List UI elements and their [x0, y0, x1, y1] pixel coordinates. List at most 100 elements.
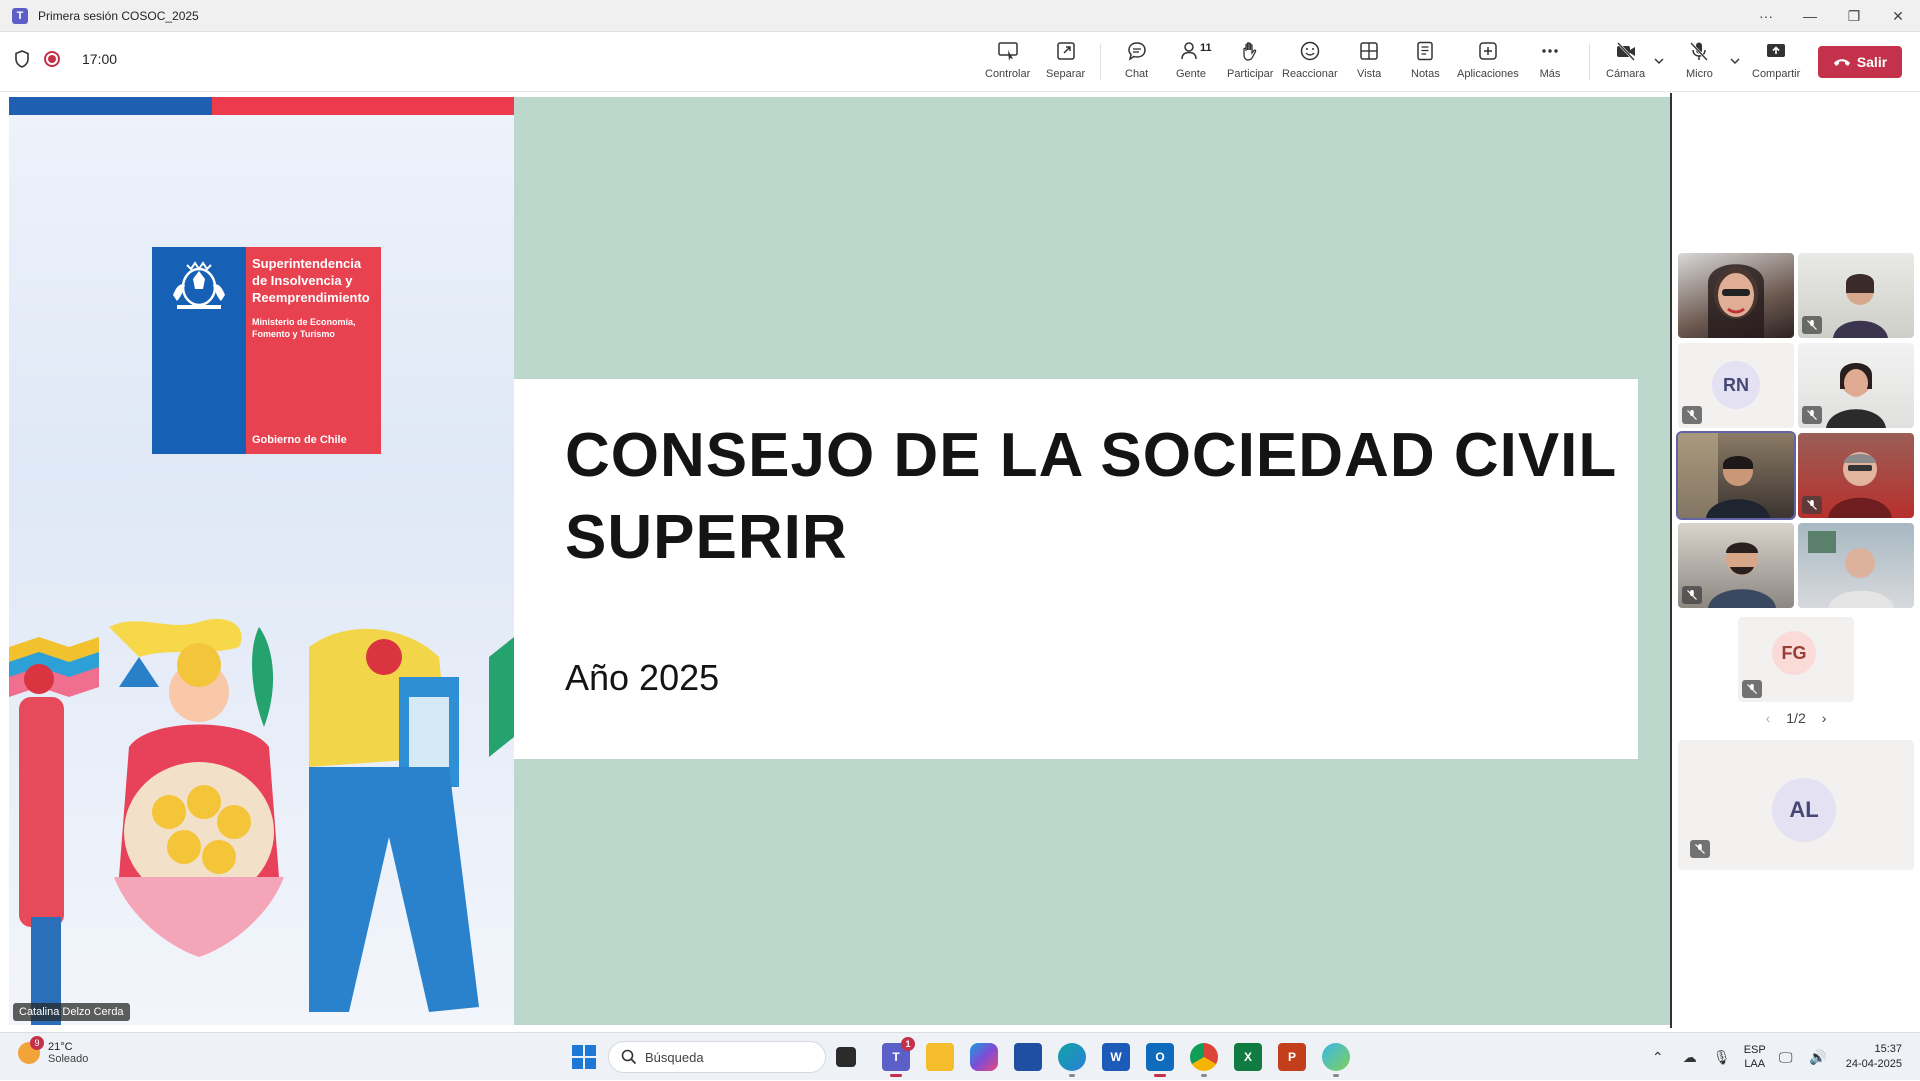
more-options-icon[interactable]: ···	[1744, 0, 1788, 32]
start-button[interactable]	[572, 1045, 596, 1069]
powerpoint-icon[interactable]: P	[1278, 1043, 1306, 1071]
participant-video-tile[interactable]	[1798, 343, 1914, 428]
separar-button[interactable]: Separar	[1046, 40, 1085, 88]
chevron-up-icon[interactable]: ⌃	[1646, 1045, 1670, 1069]
word-icon[interactable]: W	[1102, 1043, 1130, 1071]
chrome-icon[interactable]	[1190, 1043, 1218, 1077]
participant-avatar-tile[interactable]: RN	[1678, 343, 1794, 428]
superir-logo: Superintendencia de Insolvencia y Reempr…	[152, 247, 381, 454]
excel-icon[interactable]: X	[1234, 1043, 1262, 1071]
chat-icon	[1127, 42, 1146, 61]
camera-options-chevron-icon[interactable]	[1652, 54, 1666, 68]
vista-label: Vista	[1357, 68, 1382, 80]
weather-widget[interactable]: 9 21°C Soleado	[18, 1036, 89, 1065]
gente-button[interactable]: 11 Gente	[1176, 40, 1212, 88]
store-icon[interactable]	[1014, 1043, 1042, 1071]
muted-indicator	[1802, 496, 1822, 514]
task-view-icon[interactable]	[836, 1047, 856, 1067]
raise-hand-icon	[1243, 42, 1257, 61]
participant-video-tile[interactable]	[1798, 253, 1914, 338]
notas-button[interactable]: Notas	[1411, 40, 1440, 88]
share-screen-icon	[1767, 44, 1786, 57]
separar-label: Separar	[1046, 68, 1086, 80]
mic-off-icon[interactable]: 🎙	[1710, 1045, 1734, 1069]
gente-label: Gente	[1176, 68, 1206, 80]
chevron-left-icon[interactable]: ‹	[1766, 710, 1771, 726]
participar-label: Participar	[1227, 68, 1274, 80]
participant-video-tile[interactable]	[1678, 253, 1794, 338]
participant-avatar-tile[interactable]: FG	[1738, 617, 1854, 702]
volume-icon[interactable]: 🔊	[1806, 1045, 1830, 1069]
toolbar-divider	[1589, 44, 1590, 80]
toolbar-divider	[1100, 44, 1101, 80]
chevron-right-icon[interactable]: ›	[1822, 710, 1827, 726]
self-avatar: AL	[1772, 778, 1836, 842]
slide-title-panel: CONSEJO DE LA SOCIEDAD CIVIL SUPERIR Año…	[514, 97, 1670, 1025]
logo-ministry: Ministerio de Economía, Fomento y Turism…	[252, 317, 356, 339]
camera-off-icon	[1616, 42, 1635, 61]
sun-icon: 9	[18, 1036, 44, 1064]
mas-button[interactable]: Más	[1539, 40, 1561, 88]
minimize-icon[interactable]: —	[1788, 0, 1832, 32]
camara-label: Cámara	[1606, 68, 1646, 80]
mic-off-icon	[1695, 844, 1705, 854]
outlook-icon[interactable]: O	[1146, 1043, 1174, 1077]
participant-video	[1678, 433, 1770, 518]
logo-government: Gobierno de Chile	[252, 434, 347, 446]
logo-blue-block	[152, 247, 246, 454]
micro-button[interactable]: Micro	[1686, 40, 1713, 88]
popout-icon	[1056, 42, 1075, 60]
mic-off-icon	[1807, 320, 1817, 330]
clock-time: 15:37	[1874, 1043, 1902, 1055]
camara-button[interactable]: Cámara	[1606, 40, 1645, 88]
participar-button[interactable]: Participar	[1227, 40, 1273, 88]
teams-taskbar-icon[interactable]: T1	[882, 1037, 915, 1077]
taskbar-search[interactable]: Búsqueda	[608, 1041, 826, 1073]
close-icon[interactable]: ✕	[1876, 0, 1920, 32]
chile-coat-of-arms-icon	[173, 261, 225, 309]
restore-icon[interactable]: ❐	[1832, 0, 1876, 32]
participant-video-tile[interactable]	[1798, 433, 1914, 518]
hangup-icon	[1833, 59, 1850, 66]
chat-button[interactable]: Chat	[1125, 40, 1148, 88]
clock[interactable]: 15:37 24-04-2025	[1846, 1042, 1902, 1072]
mic-off-icon	[1807, 410, 1817, 420]
vista-button[interactable]: Vista	[1357, 40, 1381, 88]
window-titlebar: T Primera sesión COSOC_2025 ··· — ❐ ✕	[0, 0, 1920, 32]
participant-video	[1808, 531, 1894, 608]
grid-view-icon	[1360, 42, 1378, 60]
participant-video-tile[interactable]	[1678, 523, 1794, 608]
aplicaciones-button[interactable]: Aplicaciones	[1457, 40, 1519, 88]
participant-video-tile-speaking[interactable]	[1676, 431, 1796, 520]
clock-date: 24-04-2025	[1845, 1058, 1902, 1070]
compartir-button[interactable]: Compartir	[1752, 40, 1800, 88]
aplicaciones-label: Aplicaciones	[1457, 68, 1519, 80]
recording-icon	[44, 51, 60, 67]
weather-badge: 9	[30, 1036, 44, 1050]
m365-icon[interactable]	[970, 1043, 998, 1071]
self-view-tile[interactable]: AL	[1678, 740, 1914, 870]
weather-desc: Soleado	[48, 1053, 89, 1065]
salir-button[interactable]: Salir	[1818, 46, 1902, 78]
system-tray: ⌃ ☁ 🎙 ESP LAA 🖵 🔊 15:37 24-04-2025	[1638, 1033, 1920, 1081]
file-explorer-icon[interactable]	[926, 1043, 954, 1071]
people-illustration	[9, 618, 514, 1025]
muted-indicator	[1802, 406, 1822, 424]
mic-options-chevron-icon[interactable]	[1728, 54, 1742, 68]
logo-org-name: Superintendencia de Insolvencia y Reempr…	[252, 256, 370, 305]
cloud-icon[interactable]: ☁	[1678, 1045, 1702, 1069]
app-icon[interactable]	[1322, 1043, 1350, 1077]
muted-indicator	[1690, 840, 1710, 858]
controlar-button[interactable]: Controlar	[985, 40, 1030, 88]
edge-icon[interactable]	[1058, 1043, 1086, 1077]
search-icon	[621, 1049, 637, 1065]
network-icon[interactable]: 🖵	[1774, 1045, 1798, 1069]
reaccionar-button[interactable]: Reaccionar	[1282, 40, 1338, 88]
muted-indicator	[1682, 586, 1702, 604]
language-code: ESP	[1743, 1044, 1766, 1056]
language-indicator[interactable]: ESP LAA	[1744, 1043, 1766, 1071]
micro-label: Micro	[1686, 68, 1713, 80]
logo-red-block: Superintendencia de Insolvencia y Reempr…	[246, 247, 381, 454]
participant-video-tile[interactable]	[1798, 523, 1914, 608]
participants-pager: ‹ 1/2 ›	[1672, 710, 1920, 726]
